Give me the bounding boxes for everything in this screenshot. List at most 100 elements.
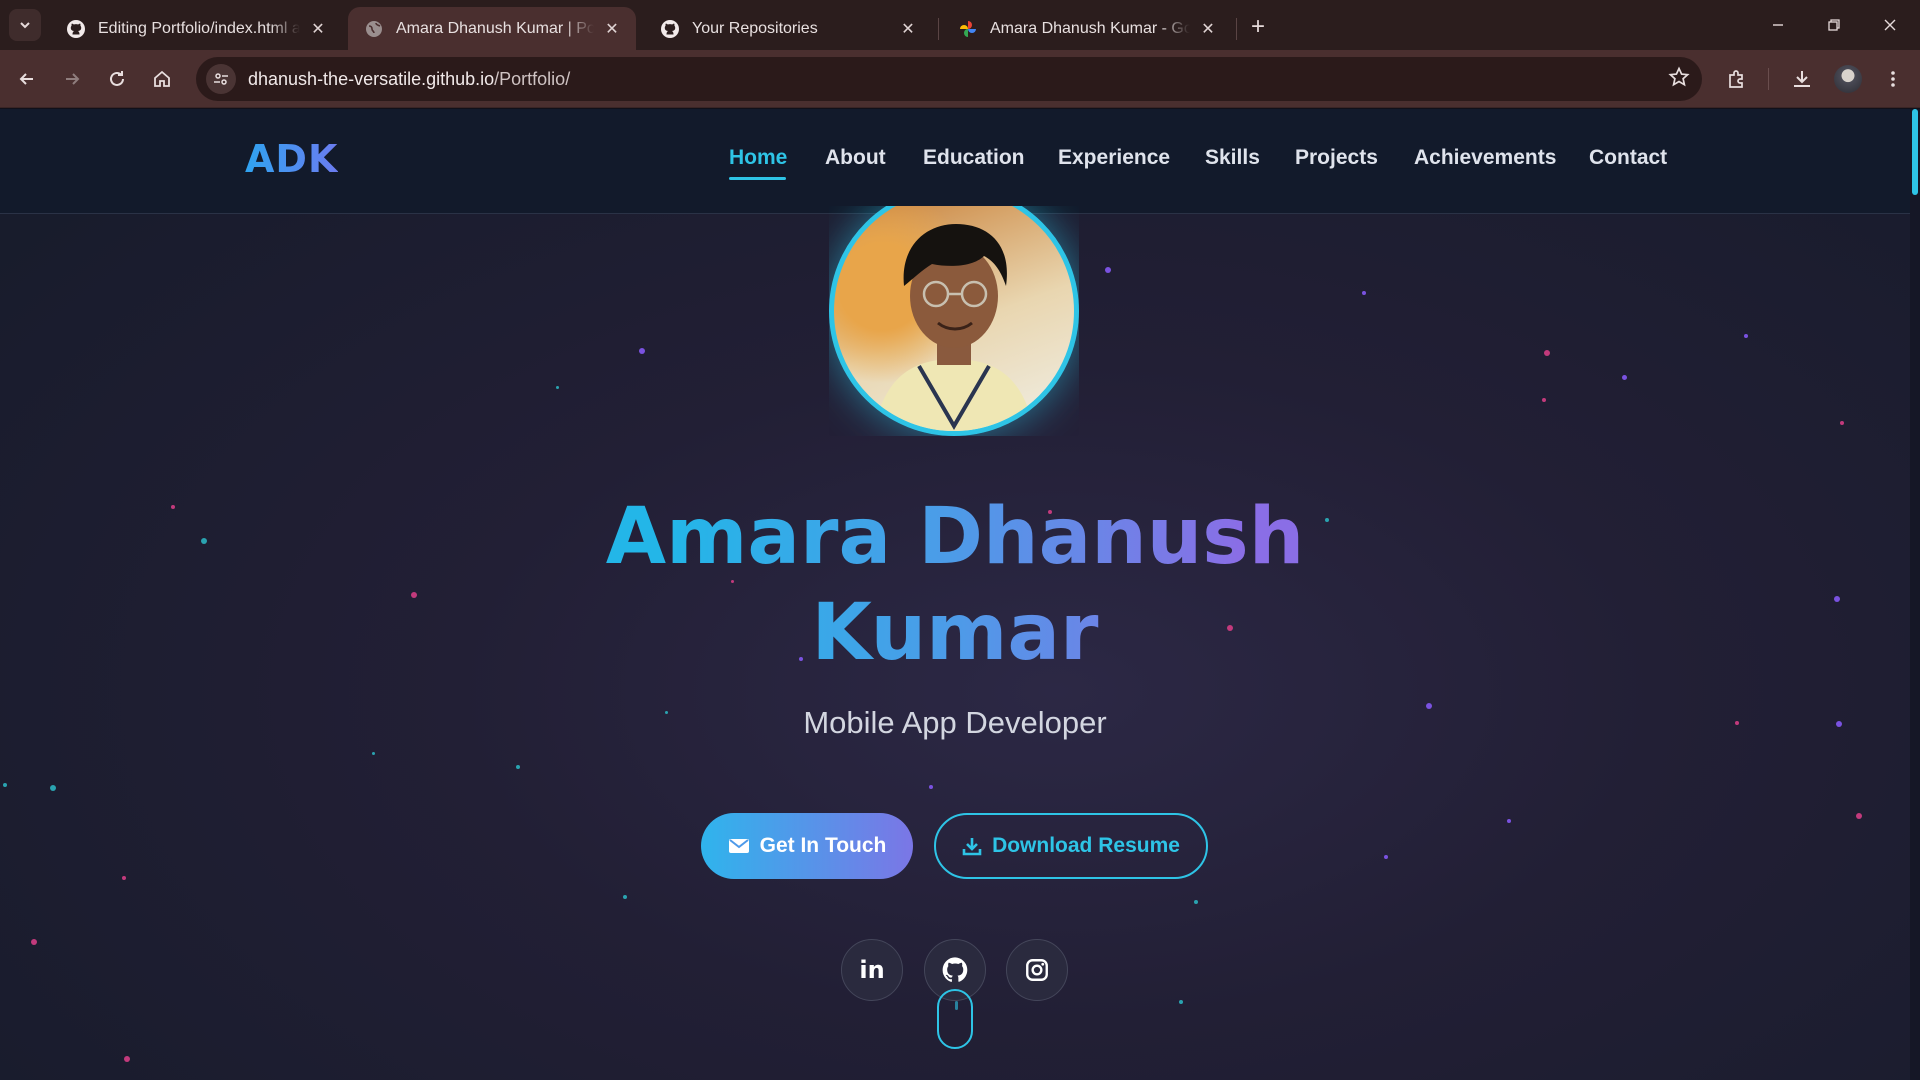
toolbar-divider — [1768, 68, 1769, 90]
close-window-button[interactable] — [1862, 0, 1918, 50]
globe-icon — [364, 19, 384, 39]
download-icon — [962, 838, 982, 856]
profile-avatar[interactable] — [1834, 65, 1862, 93]
particle-dot — [1105, 267, 1111, 273]
profile-photo-container — [829, 206, 1079, 436]
address-bar[interactable]: dhanush-the-versatile.github.io/Portfoli… — [196, 57, 1702, 101]
particle-dot — [201, 538, 207, 544]
url-text[interactable]: dhanush-the-versatile.github.io/Portfoli… — [248, 69, 570, 90]
scrollbar-thumb[interactable] — [1912, 109, 1918, 195]
instagram-link[interactable] — [1006, 939, 1068, 1001]
portrait-illustration — [874, 224, 1034, 431]
browser-tabstrip: Editing Portfolio/index.html at m ✕ Amar… — [0, 0, 1920, 50]
url-path: /Portfolio/ — [494, 68, 571, 89]
particle-dot — [124, 1056, 130, 1062]
close-tab-icon[interactable]: ✕ — [898, 19, 918, 39]
site-logo[interactable]: ADK — [245, 137, 338, 181]
home-icon — [154, 70, 170, 87]
download-icon — [1794, 71, 1810, 87]
tab-your-repositories[interactable]: Your Repositories ✕ — [644, 7, 932, 50]
tab-title: Editing Portfolio/index.html at m — [98, 19, 300, 37]
close-icon — [1884, 19, 1896, 31]
restore-button[interactable] — [1806, 0, 1862, 50]
chevron-down-icon — [20, 22, 30, 29]
page-viewport: ADK Home About Education Experience Skil… — [0, 109, 1920, 1080]
profile-photo — [829, 206, 1079, 436]
nav-home[interactable]: Home — [729, 146, 787, 170]
tab-separator — [938, 18, 939, 40]
particle-dot — [1544, 350, 1550, 356]
github-icon — [66, 19, 86, 39]
hero-name: Amara Dhanush Kumar — [480, 489, 1430, 681]
download-resume-button[interactable]: Download Resume — [934, 813, 1208, 879]
site-navbar: ADK Home About Education Experience Skil… — [0, 109, 1910, 214]
tab-title: Your Repositories — [692, 19, 818, 37]
github-icon — [660, 19, 680, 39]
nav-achievements[interactable]: Achievements — [1414, 146, 1556, 170]
particle-dot — [1194, 900, 1198, 904]
tab-editing-portfolio[interactable]: Editing Portfolio/index.html at m ✕ — [50, 7, 342, 50]
particle-dot — [623, 895, 627, 899]
browser-menu-button[interactable] — [1878, 64, 1908, 94]
get-in-touch-button[interactable]: Get In Touch — [701, 813, 913, 879]
hero-name-line1: Amara Dhanush — [605, 492, 1305, 582]
particle-dot — [411, 592, 417, 598]
browser-toolbar: dhanush-the-versatile.github.io/Portfoli… — [0, 50, 1920, 108]
back-button[interactable] — [12, 64, 42, 94]
nav-skills[interactable]: Skills — [1205, 146, 1260, 170]
close-tab-icon[interactable]: ✕ — [602, 19, 622, 39]
nav-experience[interactable]: Experience — [1058, 146, 1170, 170]
site-settings-icon[interactable] — [206, 64, 236, 94]
tab-separator — [1236, 18, 1237, 40]
linkedin-link[interactable]: in — [841, 939, 903, 1001]
bookmark-star-icon[interactable] — [1668, 66, 1690, 93]
nav-projects[interactable]: Projects — [1295, 146, 1378, 170]
instagram-icon — [1026, 959, 1048, 981]
tab-search-button[interactable] — [9, 9, 41, 41]
home-button[interactable] — [147, 64, 177, 94]
close-tab-icon[interactable]: ✕ — [1198, 19, 1218, 39]
nav-about[interactable]: About — [825, 146, 886, 170]
hero-name-line2: Kumar — [811, 588, 1099, 678]
forward-button[interactable] — [57, 64, 87, 94]
puzzle-icon — [1729, 70, 1743, 88]
particle-dot — [556, 386, 559, 389]
restore-icon — [1828, 19, 1840, 31]
tab-portfolio[interactable]: Amara Dhanush Kumar | Portfolio ✕ — [348, 7, 636, 50]
nav-education[interactable]: Education — [923, 146, 1025, 170]
page-scrollbar[interactable] — [1910, 109, 1920, 1080]
nav-contact[interactable]: Contact — [1589, 146, 1667, 170]
particle-dot — [1744, 334, 1748, 338]
tab-title: Amara Dhanush Kumar | Portfolio — [396, 19, 594, 37]
active-nav-underline — [729, 177, 786, 180]
particle-dot — [1834, 596, 1840, 602]
close-tab-icon[interactable]: ✕ — [308, 19, 328, 39]
url-host: dhanush-the-versatile.github.io — [248, 68, 495, 89]
particle-dot — [171, 505, 175, 509]
particle-dot — [1622, 375, 1627, 380]
linkedin-icon: in — [859, 956, 885, 984]
particle-dot — [372, 752, 375, 755]
scroll-down-indicator[interactable] — [937, 989, 973, 1049]
particle-dot — [1856, 813, 1862, 819]
particle-dot — [50, 785, 56, 791]
google-photos-icon — [958, 19, 978, 39]
download-resume-label: Download Resume — [992, 834, 1180, 857]
github-icon — [942, 957, 968, 982]
minimize-button[interactable] — [1750, 0, 1806, 50]
reload-button[interactable] — [102, 64, 132, 94]
new-tab-button[interactable]: + — [1244, 13, 1272, 41]
particle-dot — [1362, 291, 1366, 295]
downloads-button[interactable] — [1787, 64, 1817, 94]
more-vertical-icon — [1891, 71, 1895, 87]
tab-google-photos[interactable]: Amara Dhanush Kumar - Google ✕ — [942, 7, 1232, 50]
arrow-left-icon — [19, 73, 33, 85]
particle-dot — [516, 765, 520, 769]
particle-dot — [1384, 855, 1388, 859]
hero-subtitle: Mobile App Developer — [803, 705, 1107, 740]
particle-dot — [1507, 819, 1511, 823]
tab-title: Amara Dhanush Kumar - Google — [990, 19, 1190, 37]
particle-dot — [929, 785, 933, 789]
particle-dot — [1840, 421, 1844, 425]
extensions-button[interactable] — [1722, 64, 1752, 94]
